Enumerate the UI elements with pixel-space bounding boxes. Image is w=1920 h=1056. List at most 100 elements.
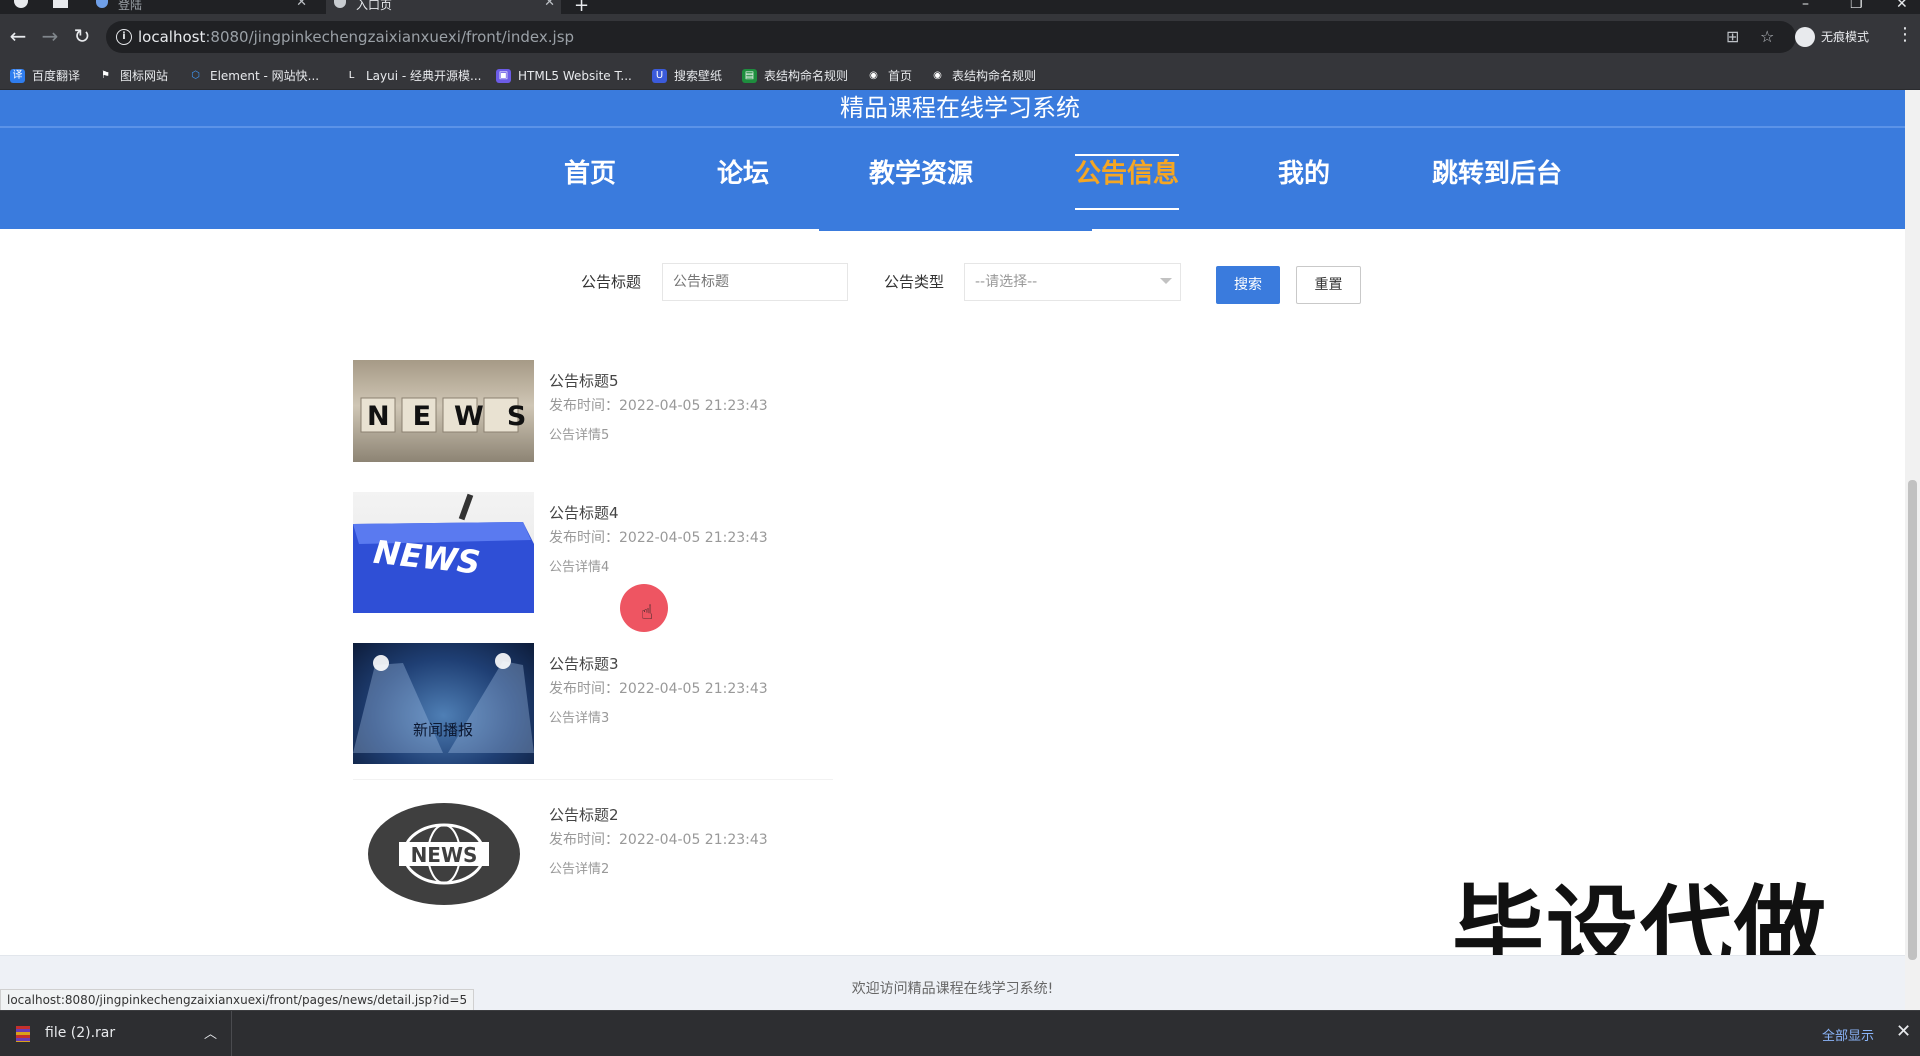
url-host: localhost	[138, 28, 206, 46]
close-download-bar-icon[interactable]: ✕	[1896, 1021, 1911, 1042]
wallpaper-icon: U	[652, 69, 667, 83]
news-title[interactable]: 公告标题4	[549, 502, 619, 523]
bookmark-label: Element - 网站快...	[210, 69, 320, 83]
news-thumbnail[interactable]: 新闻播报	[353, 643, 534, 764]
site-header: 精品课程在线学习系统 首页 论坛 教学资源 公告信息 我的 跳转到后台	[0, 90, 1920, 231]
news-thumbnail[interactable]: NEWS	[353, 492, 534, 613]
tab-entry-page[interactable]: 入口页 ✕	[326, 0, 561, 14]
bookmark-item[interactable]: 译百度翻译	[10, 67, 80, 85]
news-broadcast-image: 新闻播报	[353, 653, 534, 753]
browser-logo-icon	[14, 0, 28, 8]
nav-active-indicator-top	[1075, 154, 1179, 156]
nav-home[interactable]: 首页	[564, 154, 616, 194]
browser-menu-icon[interactable]: ⋮	[1896, 24, 1914, 45]
url-field[interactable]: i localhost:8080/jingpinkechengzaixianxu…	[106, 21, 1796, 53]
news-item[interactable]: 新闻播报 公告标题3 发布时间：2022-04-05 21:23:43 公告详情…	[353, 643, 833, 780]
html5-template-icon: ▣	[496, 69, 511, 83]
back-arrow-icon[interactable]: ←	[6, 24, 30, 48]
bookmark-label: 首页	[888, 69, 913, 83]
page-scrollbar[interactable]	[1905, 90, 1920, 1010]
site-info-icon[interactable]: i	[116, 29, 132, 45]
news-key-image: NEWS	[353, 493, 534, 613]
maximize-icon[interactable]: ❐	[1850, 0, 1863, 12]
bookmark-item[interactable]: ◉ 表结构命名规则	[930, 67, 1036, 85]
news-description: 公告详情3	[549, 711, 610, 726]
nav-go-backend[interactable]: 跳转到后台	[1432, 154, 1562, 194]
flag-icon: ⚑	[101, 70, 110, 81]
scrollbar-thumb[interactable]	[1908, 480, 1917, 960]
news-globe-label: NEWS	[411, 843, 478, 867]
chevron-up-icon[interactable]: ︿	[204, 1023, 217, 1042]
news-description: 公告详情5	[549, 428, 610, 443]
window-icon[interactable]	[53, 0, 68, 8]
baidu-translate-icon: 译	[10, 69, 25, 83]
bookmark-label: 表结构命名规则	[764, 69, 849, 83]
reload-icon[interactable]: ↻	[70, 24, 94, 48]
translate-icon[interactable]: ⊞	[1726, 27, 1739, 46]
bookmark-label: HTML5 Website T...	[518, 69, 632, 83]
tab-close-icon[interactable]: ✕	[296, 0, 307, 9]
bookmark-item[interactable]: ▤ 表结构命名规则	[742, 67, 848, 85]
nav-mine[interactable]: 我的	[1278, 154, 1330, 194]
globe-icon: ◉	[933, 70, 942, 81]
window-close-icon[interactable]: ✕	[1896, 0, 1908, 12]
title-search-input[interactable]	[662, 263, 848, 301]
minimize-icon[interactable]: –	[1802, 0, 1809, 12]
tab-label: 登陆	[118, 0, 143, 12]
news-item[interactable]: NEWS 公告标题2 发布时间：2022-04-05 21:23:43 公告详情…	[353, 794, 833, 915]
url-text: localhost:8080/jingpinkechengzaixianxuex…	[138, 28, 574, 46]
layui-icon: L	[348, 70, 355, 81]
nav-teaching-resources[interactable]: 教学资源	[869, 154, 973, 194]
rar-archive-icon	[16, 1026, 30, 1042]
download-file-name: file (2).rar	[45, 1025, 116, 1041]
bookmark-item[interactable]: ◉ 首页	[866, 67, 912, 85]
tab-favicon-icon	[96, 0, 108, 8]
news-time: 发布时间：2022-04-05 21:23:43	[549, 530, 768, 546]
bookmark-item[interactable]: ▣ HTML5 Website T...	[496, 67, 632, 85]
forward-arrow-icon[interactable]: →	[38, 24, 62, 48]
bookmark-label: 搜索壁纸	[674, 69, 723, 83]
news-thumbnail[interactable]: NEWS	[353, 360, 534, 462]
bookmark-label: Layui - 经典开源模...	[366, 69, 482, 83]
nav-announcements[interactable]: 公告信息	[1075, 154, 1179, 194]
tab-login[interactable]: 登陆 ✕	[88, 0, 313, 14]
tab-close-icon[interactable]: ✕	[544, 0, 555, 9]
search-button[interactable]: 搜索	[1216, 266, 1280, 304]
title-filter-label: 公告标题	[581, 273, 642, 291]
nav-forum[interactable]: 论坛	[717, 154, 769, 194]
site-title: 精品课程在线学习系统	[840, 94, 1080, 122]
bookmark-item[interactable]: ⚑ 图标网站	[98, 67, 168, 85]
news-time: 发布时间：2022-04-05 21:23:43	[549, 681, 768, 697]
show-all-downloads-link[interactable]: 全部显示	[1822, 1025, 1874, 1044]
url-path: :8080/jingpinkechengzaixianxuexi/front/i…	[205, 28, 575, 46]
news-item[interactable]: NEWS 公告标题4 发布时间：2022-04-05 21:23:43 公告详情…	[353, 492, 833, 613]
bookmark-item[interactable]: L Layui - 经典开源模...	[344, 67, 482, 85]
news-thumbnail[interactable]: NEWS	[353, 794, 534, 915]
bookmarks-bar: 译百度翻译 ⚑ 图标网站 ⬡ Element - 网站快... L Layui - 经…	[0, 60, 1920, 90]
bookmark-item[interactable]: U 搜索壁纸	[652, 67, 722, 85]
news-globe-image: NEWS	[368, 803, 520, 905]
globe-icon: ◉	[869, 70, 878, 81]
bookmark-label: 图标网站	[120, 69, 169, 83]
bookmark-star-icon[interactable]: ☆	[1760, 27, 1774, 46]
incognito-profile[interactable]: 无痕模式	[1795, 25, 1869, 49]
bookmark-label: 百度翻译	[32, 69, 81, 83]
news-title[interactable]: 公告标题2	[549, 804, 619, 825]
news-description: 公告详情2	[549, 862, 610, 877]
browser-tab-strip: 登陆 ✕ 入口页 ✕ + – ❐ ✕	[0, 0, 1920, 16]
profile-label: 无痕模式	[1821, 30, 1870, 44]
nav-underline	[819, 229, 1092, 231]
download-item[interactable]: file (2).rar ︿	[0, 1011, 232, 1056]
news-item[interactable]: NEWS 公告标题5 发布时间：2022-04-05 21:23:43 公告详情…	[353, 360, 833, 462]
news-title[interactable]: 公告标题3	[549, 653, 619, 674]
tab-favicon-icon	[334, 0, 346, 8]
type-filter-label: 公告类型	[884, 273, 945, 291]
news-title[interactable]: 公告标题5	[549, 370, 619, 391]
header-divider	[0, 126, 1920, 128]
reset-button[interactable]: 重置	[1296, 266, 1361, 304]
bookmark-label: 表结构命名规则	[952, 69, 1037, 83]
chevron-down-icon	[1160, 278, 1172, 284]
type-select[interactable]: --请选择--	[964, 263, 1181, 301]
tab-label: 入口页	[356, 0, 393, 12]
bookmark-item[interactable]: ⬡ Element - 网站快...	[188, 67, 319, 85]
